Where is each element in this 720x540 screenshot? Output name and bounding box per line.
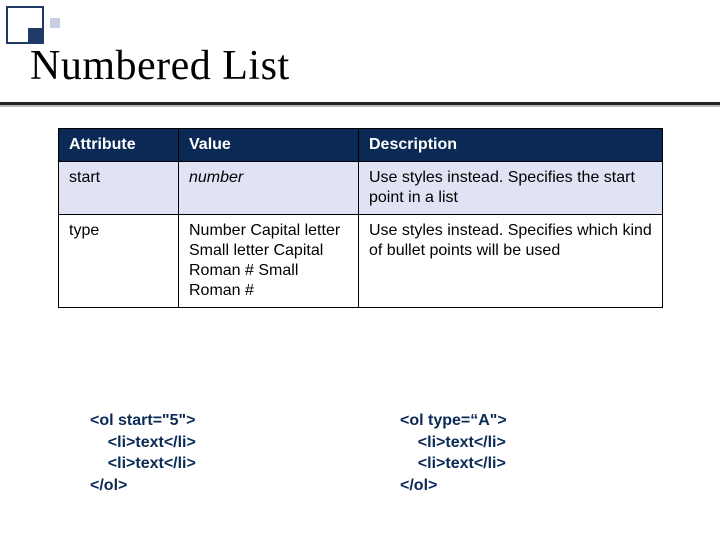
col-value: Value	[179, 129, 359, 162]
cell-attr: start	[59, 162, 179, 215]
table-row: type Number Capital letter Small letter …	[59, 215, 663, 308]
col-attribute: Attribute	[59, 129, 179, 162]
slide: Numbered List Attribute Value Descriptio…	[0, 0, 720, 540]
cell-desc: Use styles instead. Specifies the start …	[359, 162, 663, 215]
cell-desc: Use styles instead. Specifies which kind…	[359, 215, 663, 308]
cell-value: Number Capital letter Small letter Capit…	[179, 215, 359, 308]
code-example-start: <ol start="5"> <li>text</li> <li>text</l…	[90, 410, 196, 496]
col-description: Description	[359, 129, 663, 162]
page-title: Numbered List	[30, 42, 290, 90]
code-example-type: <ol type=“A"> <li>text</li> <li>text</li…	[400, 410, 507, 496]
title-rule-shadow	[0, 105, 720, 107]
cell-value: number	[179, 162, 359, 215]
decor-square-light	[50, 18, 60, 28]
cell-attr: type	[59, 215, 179, 308]
table-row: start number Use styles instead. Specifi…	[59, 162, 663, 215]
corner-decor	[6, 6, 44, 44]
table-header-row: Attribute Value Description	[59, 129, 663, 162]
attributes-table: Attribute Value Description start number…	[58, 128, 663, 308]
